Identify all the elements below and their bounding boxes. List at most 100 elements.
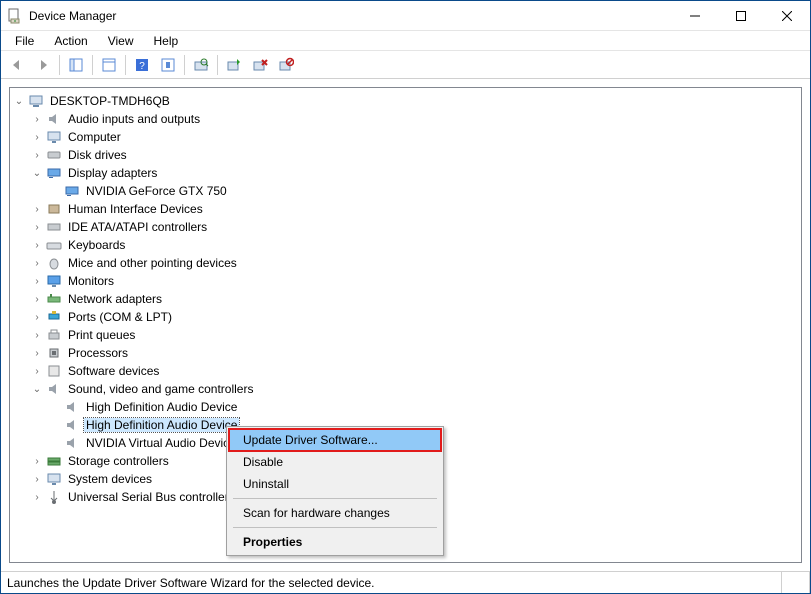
statusbar-text: Launches the Update Driver Software Wiza… <box>1 572 782 593</box>
titlebar: Device Manager <box>1 1 810 31</box>
close-button[interactable] <box>764 1 810 30</box>
statusbar: Launches the Update Driver Software Wiza… <box>1 571 810 593</box>
toolbar-separator <box>59 55 60 75</box>
tree-category-mice[interactable]: › Mice and other pointing devices <box>12 254 799 272</box>
speaker-icon <box>64 435 80 451</box>
speaker-icon <box>46 381 62 397</box>
tree-root-label: DESKTOP-TMDH6QB <box>48 94 172 108</box>
expander-closed-icon[interactable]: › <box>30 256 44 270</box>
properties-button[interactable] <box>97 54 121 76</box>
speaker-icon <box>64 399 80 415</box>
context-scan[interactable]: Scan for hardware changes <box>229 502 441 524</box>
storage-controller-icon <box>46 453 62 469</box>
forward-button[interactable] <box>31 54 55 76</box>
back-button[interactable] <box>5 54 29 76</box>
tree-category-ide[interactable]: › IDE ATA/ATAPI controllers <box>12 218 799 236</box>
expander-closed-icon[interactable]: › <box>30 112 44 126</box>
expander-closed-icon[interactable]: › <box>30 274 44 288</box>
toolbar-separator <box>217 55 218 75</box>
expander-closed-icon[interactable]: › <box>30 148 44 162</box>
tree-category-software[interactable]: › Software devices <box>12 362 799 380</box>
tree-category-audio-io[interactable]: › Audio inputs and outputs <box>12 110 799 128</box>
scan-hardware-button[interactable] <box>189 54 213 76</box>
expander-closed-icon[interactable]: › <box>30 238 44 252</box>
context-properties[interactable]: Properties <box>229 531 441 553</box>
context-disable[interactable]: Disable <box>229 451 441 473</box>
usb-icon <box>46 489 62 505</box>
toolbar-separator <box>92 55 93 75</box>
update-driver-button[interactable] <box>222 54 246 76</box>
system-device-icon <box>46 471 62 487</box>
tree-category-network[interactable]: › Network adapters <box>12 290 799 308</box>
tree-category-ports[interactable]: › Ports (COM & LPT) <box>12 308 799 326</box>
tree-category-sound[interactable]: ⌄ Sound, video and game controllers <box>12 380 799 398</box>
menu-action[interactable]: Action <box>46 32 95 50</box>
tree-device-gtx750[interactable]: NVIDIA GeForce GTX 750 <box>12 182 799 200</box>
svg-text:?: ? <box>139 61 145 72</box>
tree-category-print[interactable]: › Print queues <box>12 326 799 344</box>
tree-category-display[interactable]: ⌄ Display adapters <box>12 164 799 182</box>
help-button[interactable]: ? <box>130 54 154 76</box>
expander-closed-icon[interactable]: › <box>30 292 44 306</box>
window-title: Device Manager <box>29 9 672 23</box>
expander-open-icon[interactable]: ⌄ <box>12 94 26 108</box>
context-menu: Update Driver Software... Disable Uninst… <box>226 426 444 556</box>
computer-icon <box>28 93 44 109</box>
expander-closed-icon[interactable]: › <box>30 130 44 144</box>
menu-view[interactable]: View <box>100 32 142 50</box>
tree-category-hid[interactable]: › Human Interface Devices <box>12 200 799 218</box>
speaker-icon <box>46 111 62 127</box>
app-icon <box>7 8 23 24</box>
window-controls <box>672 1 810 30</box>
keyboard-icon <box>46 237 62 253</box>
expander-closed-icon[interactable]: › <box>30 328 44 342</box>
expander-closed-icon[interactable]: › <box>30 346 44 360</box>
context-uninstall[interactable]: Uninstall <box>229 473 441 495</box>
toolbar-separator <box>184 55 185 75</box>
uninstall-button[interactable] <box>248 54 272 76</box>
disk-icon <box>46 147 62 163</box>
network-adapter-icon <box>46 291 62 307</box>
ports-icon <box>46 309 62 325</box>
statusbar-cell <box>782 572 810 593</box>
expander-closed-icon[interactable]: › <box>30 202 44 216</box>
toolbar-separator <box>125 55 126 75</box>
speaker-icon <box>64 417 80 433</box>
tree-category-keyboards[interactable]: › Keyboards <box>12 236 799 254</box>
tree-root[interactable]: ⌄ DESKTOP-TMDH6QB <box>12 92 799 110</box>
action-button[interactable] <box>156 54 180 76</box>
monitor-icon <box>46 129 62 145</box>
expander-closed-icon[interactable]: › <box>30 472 44 486</box>
expander-closed-icon[interactable]: › <box>30 364 44 378</box>
expander-closed-icon[interactable]: › <box>30 454 44 468</box>
ide-icon <box>46 219 62 235</box>
cpu-icon <box>46 345 62 361</box>
maximize-button[interactable] <box>718 1 764 30</box>
show-hide-tree-button[interactable] <box>64 54 88 76</box>
display-adapter-icon <box>46 165 62 181</box>
minimize-button[interactable] <box>672 1 718 30</box>
expander-closed-icon[interactable]: › <box>30 310 44 324</box>
expander-open-icon[interactable]: ⌄ <box>30 166 44 180</box>
tree-category-disk[interactable]: › Disk drives <box>12 146 799 164</box>
context-separator <box>233 498 437 499</box>
tree-device-hd-audio-1[interactable]: High Definition Audio Device <box>12 398 799 416</box>
mouse-icon <box>46 255 62 271</box>
menubar: File Action View Help <box>1 31 810 51</box>
expander-closed-icon[interactable]: › <box>30 220 44 234</box>
expander-open-icon[interactable]: ⌄ <box>30 382 44 396</box>
tree-category-computer[interactable]: › Computer <box>12 128 799 146</box>
menu-help[interactable]: Help <box>146 32 187 50</box>
expander-closed-icon[interactable]: › <box>30 490 44 504</box>
monitor-icon <box>46 273 62 289</box>
toolbar: ? <box>1 51 810 79</box>
menu-file[interactable]: File <box>7 32 42 50</box>
tree-category-monitors[interactable]: › Monitors <box>12 272 799 290</box>
context-update-driver[interactable]: Update Driver Software... <box>229 429 441 451</box>
tree-category-processors[interactable]: › Processors <box>12 344 799 362</box>
content-area: ⌄ DESKTOP-TMDH6QB › Audio inputs and out… <box>1 79 810 571</box>
display-adapter-icon <box>64 183 80 199</box>
context-separator <box>233 527 437 528</box>
disable-button[interactable] <box>274 54 298 76</box>
software-device-icon <box>46 363 62 379</box>
